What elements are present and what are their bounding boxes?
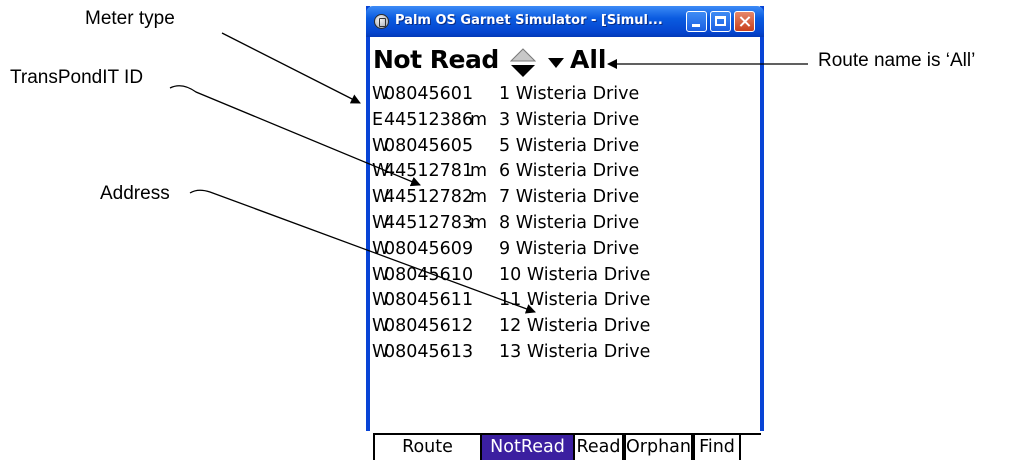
meter-flag: m [470, 187, 488, 208]
meter-address: 7 Wisteria Drive [499, 187, 640, 208]
tab-find[interactable]: Find [693, 435, 741, 460]
palm-app-icon [374, 14, 389, 29]
transpondit-id: 44512781 [384, 161, 474, 182]
bottom-tab-bar: Route NotRead Read Orphan Find [373, 433, 761, 460]
meter-row[interactable]: W 44512781 m 6 Wisteria Drive [372, 161, 758, 187]
meter-flag: m [470, 109, 488, 130]
minimize-button[interactable] [686, 11, 707, 32]
meter-flag: m [470, 212, 488, 233]
transpondit-id: 44512386 [384, 109, 474, 130]
list-header: Not Read All [373, 45, 758, 79]
meter-row[interactable]: E 44512386 m 3 Wisteria Drive [372, 110, 758, 136]
meter-type: W [372, 161, 390, 182]
meter-type: W [372, 187, 390, 208]
annotation-route-name: Route name is ‘All’ [818, 50, 976, 71]
window-title: Palm OS Garnet Simulator - [Simul... [395, 13, 663, 28]
meter-flag: m [470, 161, 488, 182]
meter-address: 11 Wisteria Drive [499, 290, 651, 311]
meter-row[interactable]: W 08045611 11 Wisteria Drive [372, 290, 758, 316]
annotation-transpondit-id: TransPondIT ID [10, 67, 144, 88]
meter-address: 10 Wisteria Drive [499, 264, 651, 285]
maximize-button[interactable] [710, 11, 731, 32]
meter-row[interactable]: W 08045612 12 Wisteria Drive [372, 316, 758, 342]
meter-type: W [372, 316, 390, 337]
meter-row[interactable]: W 44512782 m 7 Wisteria Drive [372, 187, 758, 213]
filter-label[interactable]: Not Read [373, 45, 499, 74]
meter-address: 5 Wisteria Drive [499, 135, 640, 156]
meter-row[interactable]: W 08045601 1 Wisteria Drive [372, 84, 758, 110]
transpondit-id: 08045610 [384, 264, 474, 285]
transpondit-id: 08045612 [384, 316, 474, 337]
palm-screen: Not Read All W 08045601 1 Wisteria Drive E 4… [370, 37, 761, 460]
meter-address: 3 Wisteria Drive [499, 109, 640, 130]
tab-notread[interactable]: NotRead [482, 435, 573, 460]
transpondit-id: 08045611 [384, 290, 474, 311]
meter-address: 1 Wisteria Drive [499, 84, 640, 104]
meter-type: W [372, 264, 390, 285]
meter-row[interactable]: W 08045613 13 Wisteria Drive [372, 342, 758, 368]
meter-type: W [372, 238, 390, 259]
transpondit-id: 44512782 [384, 187, 474, 208]
dropdown-triangle-icon[interactable] [547, 57, 565, 69]
up-down-sort-icon[interactable] [510, 48, 536, 78]
meter-type: W [372, 290, 390, 311]
meter-row[interactable]: W 44512783 m 8 Wisteria Drive [372, 213, 758, 239]
arrow-meter-type [221, 32, 361, 104]
simulator-window: Palm OS Garnet Simulator - [Simul... Not… [366, 6, 764, 460]
tab-route[interactable]: Route [373, 435, 482, 460]
meter-address: 12 Wisteria Drive [499, 316, 651, 337]
meter-type: W [372, 135, 390, 156]
meter-address: 9 Wisteria Drive [499, 238, 640, 259]
tab-orphan[interactable]: Orphan [624, 435, 693, 460]
meter-type: E [372, 109, 384, 130]
transpondit-id: 44512783 [384, 212, 474, 233]
transpondit-id: 08045601 [384, 84, 474, 104]
meter-type: W [372, 212, 390, 233]
meter-row[interactable]: W 08045610 10 Wisteria Drive [372, 265, 758, 291]
tab-read[interactable]: Read [573, 435, 624, 460]
annotation-meter-type: Meter type [85, 8, 175, 29]
meter-type: W [372, 84, 390, 104]
meter-address: 6 Wisteria Drive [499, 161, 640, 182]
meter-address: 8 Wisteria Drive [499, 212, 640, 233]
meter-type: W [372, 341, 390, 362]
meter-row[interactable]: W 08045609 9 Wisteria Drive [372, 239, 758, 265]
transpondit-id: 08045609 [384, 238, 474, 259]
route-selector[interactable]: All [570, 45, 607, 74]
title-bar[interactable]: Palm OS Garnet Simulator - [Simul... [366, 6, 764, 37]
annotation-address: Address [100, 183, 170, 204]
meter-row[interactable]: W 08045605 5 Wisteria Drive [372, 136, 758, 162]
close-button[interactable] [734, 11, 755, 32]
meter-address: 13 Wisteria Drive [499, 341, 651, 362]
transpondit-id: 08045605 [384, 135, 474, 156]
transpondit-id: 08045613 [384, 341, 474, 362]
meter-list: W 08045601 1 Wisteria Drive E 44512386 m 3 Wis… [372, 84, 758, 368]
